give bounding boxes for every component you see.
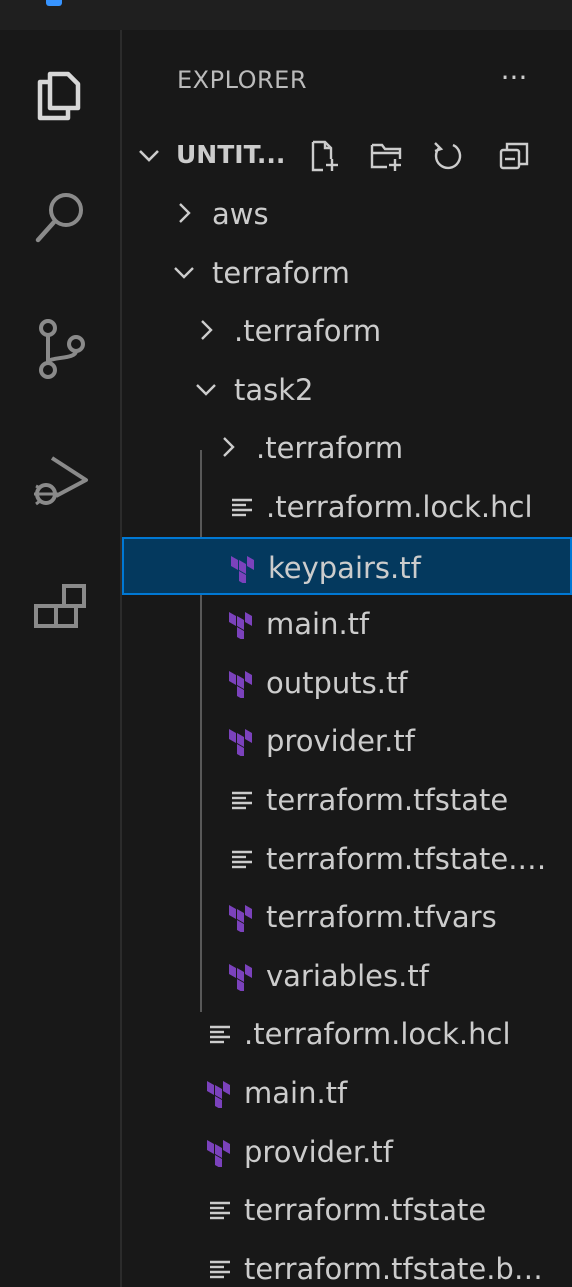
source-control-activity[interactable] [20,308,100,388]
workspace-section-header[interactable]: UNTIT... [122,130,572,180]
tree-item-label: provider.tf [266,724,415,759]
tree-item-label: terraform.tfvars [266,900,497,935]
terraform-file-icon [229,612,252,640]
tree-file-row[interactable]: main.tf [122,1064,572,1122]
tree-file-row[interactable]: provider.tf [122,1123,572,1181]
extensions-activity[interactable] [20,570,100,650]
tree-file-row[interactable]: .terraform.lock.hcl [122,478,572,536]
new-file-button[interactable] [304,136,344,176]
terraform-file-icon [229,670,252,698]
text-file-icon [232,791,252,810]
tree-file-row[interactable]: .terraform.lock.hcl [122,1005,572,1063]
chevron-down-icon [139,150,159,162]
tree-item-label: task2 [234,372,314,407]
vscode-window: EXPLORER ··· UNTIT... aws terraform .ter… [0,0,572,1287]
tree-file-row[interactable]: terraform.tfstate [122,771,572,829]
chevron-down-icon[interactable] [194,377,218,401]
tree-item-label: outputs.tf [266,665,408,700]
more-actions-button[interactable]: ··· [494,58,534,98]
refresh-icon [434,142,462,170]
chevron-right-icon[interactable] [216,435,240,459]
tree-item-label: terraform [212,255,350,290]
text-file-icon [210,1026,230,1044]
chevron-right-icon[interactable] [194,318,218,342]
refresh-button[interactable] [428,136,468,176]
tree-folder-row[interactable]: .terraform [122,302,572,360]
tree-item-label: main.tf [244,1076,348,1110]
tree-item-label: variables.tf [266,958,429,993]
tree-file-row[interactable]: provider.tf [122,712,572,770]
tree-item-label: .terraform.lock.hcl [266,490,533,524]
activity-bar [0,30,122,1287]
explorer-title: EXPLORER [177,66,307,94]
tree-item-label: terraform.tfstate.… [266,841,547,876]
files-icon [37,71,81,121]
tree-file-row[interactable]: terraform.tfstate.… [122,830,572,888]
text-file-icon [210,1201,230,1220]
explorer-sidebar: EXPLORER ··· UNTIT... aws terraform .ter… [122,30,572,1287]
title-bar-strip [0,0,572,30]
new-folder-button[interactable] [366,136,406,176]
text-file-icon [232,498,252,517]
terraform-file-icon [229,963,252,991]
workspace-name: UNTIT... [176,140,286,169]
run-debug-icon [34,456,88,506]
tree-item-label: .terraform [256,431,404,466]
vscode-logo-icon [46,0,62,6]
tree-file-row[interactable]: variables.tf [122,947,572,1005]
tree-item-label: keypairs.tf [268,550,421,585]
explorer-activity[interactable] [20,52,100,132]
tree-folder-row[interactable]: .terraform [122,419,572,477]
tree-folder-row[interactable]: terraform [122,244,572,302]
terraform-file-icon [207,1081,230,1108]
tree-item-label: main.tf [266,607,370,642]
source-control-icon [39,319,85,379]
search-activity[interactable] [20,178,100,258]
tree-folder-row[interactable]: aws [122,185,572,243]
tree-item-label: .terraform [234,314,382,349]
text-file-icon [210,1260,230,1278]
collapse-all-button[interactable] [494,136,534,176]
tree-file-row[interactable]: outputs.tf [122,654,572,712]
new-file-icon [311,140,338,172]
tree-file-row[interactable]: main.tf [122,595,572,653]
terraform-file-icon [229,905,252,933]
chevron-right-icon[interactable] [172,201,196,225]
collapse-all-icon [499,142,529,170]
tree-item-label: .terraform.lock.hcl [244,1017,511,1052]
text-file-icon [232,850,252,868]
run-debug-activity[interactable] [20,440,100,520]
tree-item-label: terraform.tfstate [244,1193,487,1228]
tree-file-row[interactable]: terraform.tfstate.b… [122,1240,572,1287]
tree-file-row[interactable]: terraform.tfstate [122,1181,572,1239]
new-folder-icon [370,143,402,171]
tree-file-row[interactable]: terraform.tfvars [122,888,572,946]
terraform-file-icon [229,729,252,757]
tree-folder-row[interactable]: task2 [122,361,572,419]
tree-item-label: provider.tf [244,1134,393,1169]
chevron-down-icon[interactable] [172,260,196,284]
tree-item-label: aws [212,197,269,231]
terraform-file-icon [231,555,254,583]
tree-file-row[interactable]: keypairs.tf [122,536,572,595]
extensions-icon [34,584,86,628]
tree-item-label: terraform.tfstate [266,783,509,817]
tree-item-label: terraform.tfstate.b… [244,1251,543,1286]
terraform-file-icon [207,1139,230,1167]
search-icon [35,193,83,243]
